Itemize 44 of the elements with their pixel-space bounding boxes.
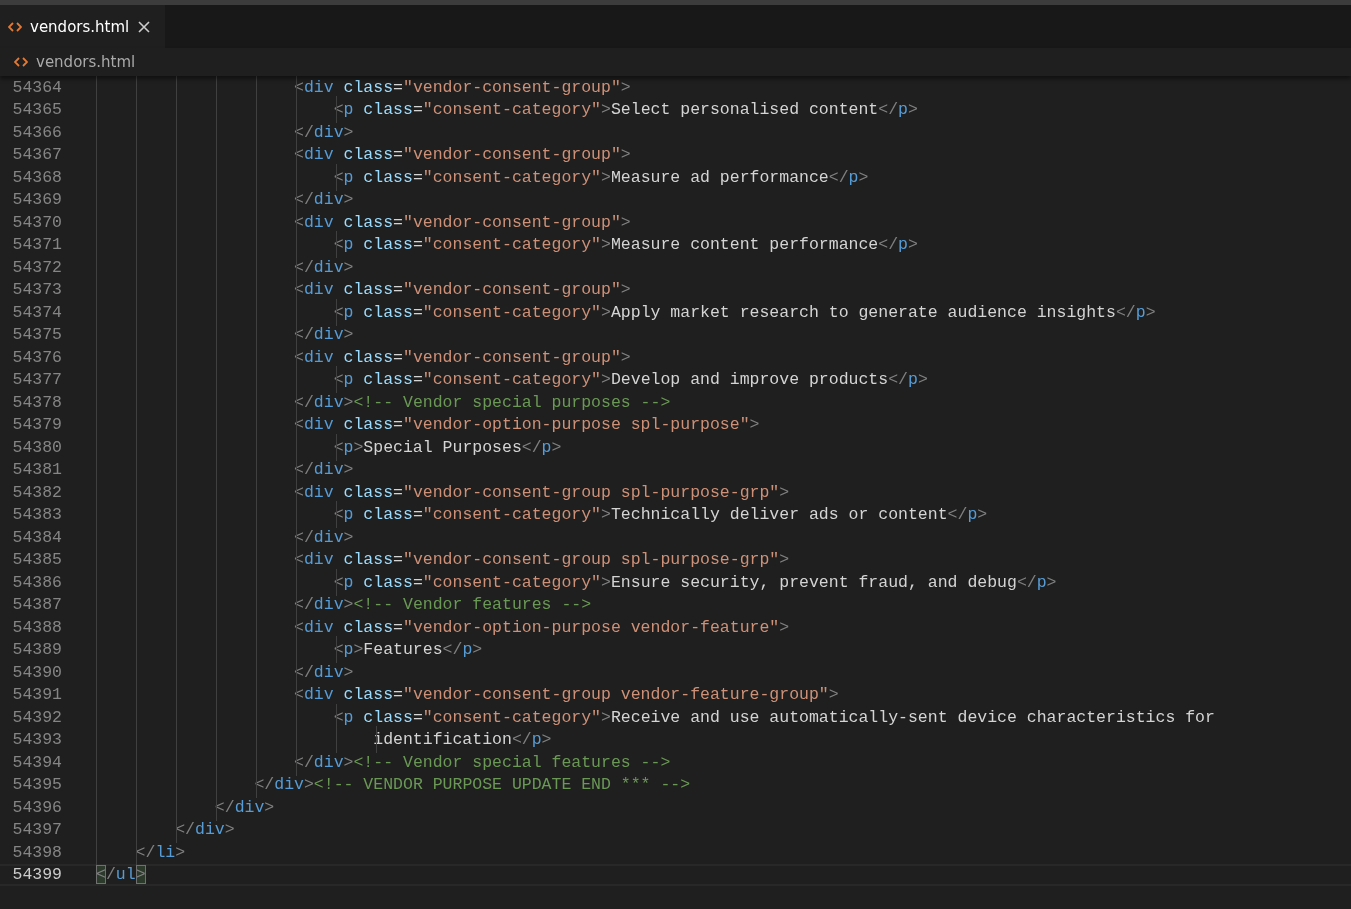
line-number: 54391 bbox=[11, 685, 62, 705]
close-icon[interactable] bbox=[137, 19, 152, 34]
line-number: 54380 bbox=[11, 437, 62, 457]
line-number: 54395 bbox=[11, 775, 62, 795]
line-number: 54373 bbox=[11, 280, 62, 300]
line-number: 54371 bbox=[11, 235, 62, 255]
line-number: 54398 bbox=[11, 842, 62, 862]
line-number: 54386 bbox=[11, 572, 62, 592]
line-number: 54389 bbox=[11, 640, 62, 660]
line-number: 54375 bbox=[11, 325, 62, 345]
code-brackets-icon bbox=[8, 21, 22, 32]
code-line: </div> bbox=[96, 820, 235, 840]
code-line: </ul> bbox=[96, 865, 146, 885]
line-number: 54382 bbox=[11, 482, 62, 502]
line-number: 54367 bbox=[11, 145, 62, 165]
line-number: 54368 bbox=[11, 167, 62, 187]
code-brackets-icon bbox=[14, 57, 28, 67]
line-number: 54397 bbox=[11, 820, 62, 840]
line-number: 54369 bbox=[11, 190, 62, 210]
line-number: 54372 bbox=[11, 257, 62, 277]
line-number: 54366 bbox=[11, 122, 62, 142]
line-number: 54383 bbox=[11, 505, 62, 525]
line-number: 54378 bbox=[11, 392, 62, 412]
line-number: 54370 bbox=[11, 212, 62, 232]
line-number: 54385 bbox=[11, 550, 62, 570]
line-number: 54381 bbox=[11, 460, 62, 480]
line-number: 54388 bbox=[11, 617, 62, 637]
line-number: 54399 bbox=[11, 865, 62, 885]
line-number: 54364 bbox=[11, 77, 62, 97]
line-number: 54394 bbox=[11, 752, 62, 772]
line-number: 54374 bbox=[11, 302, 62, 322]
line-number: 54379 bbox=[11, 415, 62, 435]
editor-tab[interactable]: vendors.html bbox=[0, 5, 166, 48]
line-number: 54390 bbox=[11, 662, 62, 682]
line-number: 54392 bbox=[11, 707, 62, 727]
line-number: 54387 bbox=[11, 595, 62, 615]
breadcrumb-item[interactable]: vendors.html bbox=[36, 53, 136, 71]
line-number: 54376 bbox=[11, 347, 62, 367]
line-number: 54377 bbox=[11, 370, 62, 390]
line-number: 54365 bbox=[11, 100, 62, 120]
line-number: 54393 bbox=[11, 730, 62, 750]
line-number: 54384 bbox=[11, 527, 62, 547]
code-line: </li> bbox=[96, 842, 186, 862]
line-number: 54396 bbox=[11, 797, 62, 817]
